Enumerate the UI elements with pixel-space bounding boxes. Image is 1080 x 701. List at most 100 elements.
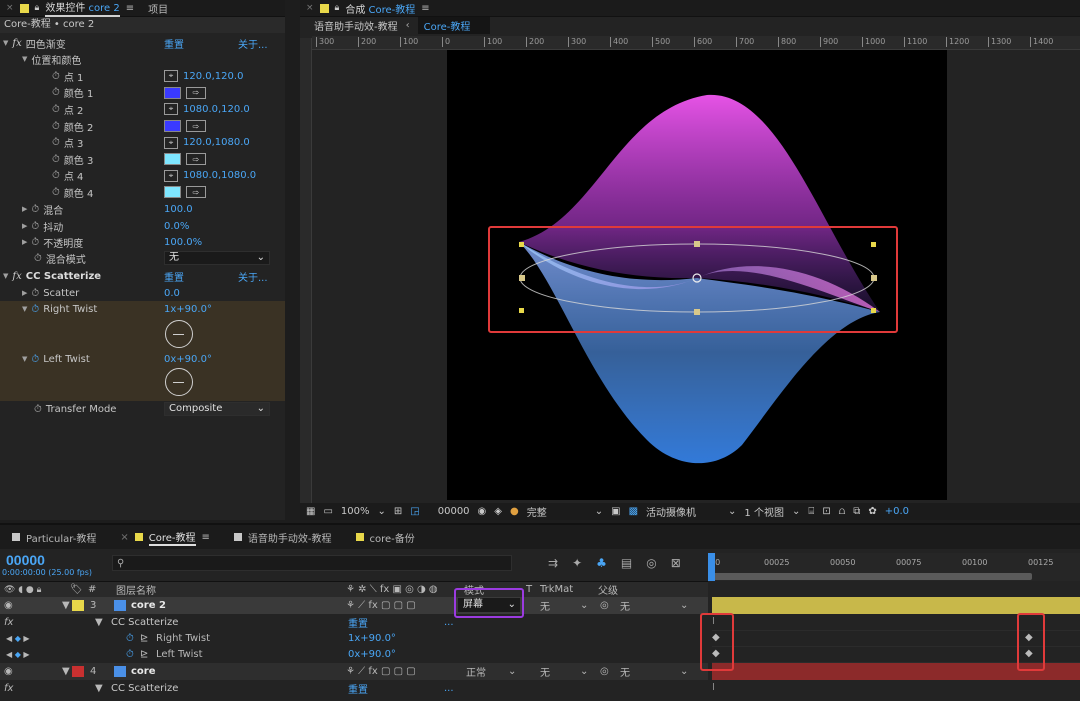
eyedropper-icon[interactable]: ⇨ — [186, 120, 206, 133]
layer-row-core[interactable]: ◉ ▼ 4 core ⚘ ⟋ fx ▢ ▢ ▢ 正常 ⌄ 无 ⌄ ◎ 无 ⌄ — [0, 663, 708, 680]
about-link[interactable]: 关于... — [238, 36, 268, 51]
panel-menu-icon[interactable]: ≡ — [126, 3, 134, 14]
keyframe-nav-icon[interactable]: ◀ ◆ ▶ — [6, 634, 30, 643]
stopwatch-icon[interactable]: ⏱︎ — [31, 221, 39, 232]
trkmat-dropdown[interactable]: 无 — [540, 664, 550, 679]
exposure-value[interactable]: +0.0 — [885, 506, 909, 517]
param-transfer-mode[interactable]: ⏱︎ Transfer Mode Composite ⌄ — [0, 401, 285, 418]
expand-triangle-icon[interactable]: ▶ — [22, 238, 27, 246]
close-tab-icon[interactable]: × — [120, 532, 128, 543]
timeline-tab[interactable]: core-备份 — [344, 525, 427, 549]
right-twist-dial[interactable] — [165, 320, 193, 351]
param-value[interactable]: 0x+90.0° — [164, 354, 212, 365]
camera-snapshot-icon[interactable]: ◉ — [478, 506, 487, 517]
views-dropdown[interactable]: 1 个视图 — [744, 504, 784, 519]
layer-label-color[interactable] — [72, 599, 84, 611]
video-visibility-icon[interactable]: ◉ — [4, 600, 13, 611]
prop-row-left-twist[interactable]: ◀ ◆ ▶ ⏱︎ ⊵ Left Twist 0x+90.0° — [0, 646, 708, 663]
timeline-tab[interactable]: 语音助手动效-教程 — [222, 525, 344, 549]
search-input[interactable] — [128, 555, 489, 571]
timeline-tab[interactable]: × Core-教程 ≡ — [108, 525, 222, 549]
expand-triangle-icon[interactable]: ▶ — [22, 205, 27, 213]
lock-icon[interactable]: 🔒︎ — [35, 3, 40, 13]
collapse-triangle-icon[interactable]: ▼ — [95, 617, 103, 628]
param-row[interactable]: ⏱︎ 颜色 3 ⇨ — [0, 151, 285, 168]
snapshot-region-icon[interactable]: ▦ — [306, 506, 315, 517]
collapse-triangle-icon[interactable]: ▼ — [22, 55, 27, 63]
param-blend-mode[interactable]: ⏱︎ 混合模式 无 ⌄ — [0, 250, 285, 267]
param-row[interactable]: ⏱︎ 点 1 ⌖ 120.0,120.0 — [0, 68, 285, 85]
camera-dropdown[interactable]: 活动摄像机 — [646, 504, 696, 519]
param-value-group[interactable]: ⇨ — [164, 153, 206, 166]
param-left-twist[interactable]: ▼ ⏱︎ Left Twist 0x+90.0° — [0, 351, 285, 368]
monitor-icon[interactable]: ▭ — [323, 506, 332, 517]
current-time-indicator[interactable] — [708, 553, 715, 581]
transfer-mode-dropdown[interactable]: Composite ⌄ — [164, 402, 270, 417]
col-trkmat[interactable]: TrkMat — [540, 584, 573, 595]
stopwatch-active-icon[interactable]: ⏱︎ — [31, 304, 39, 315]
param-value[interactable]: 0.0 — [164, 288, 180, 299]
prop-value[interactable]: 0x+90.0° — [348, 649, 396, 660]
work-area-bar[interactable] — [710, 573, 1032, 580]
exposure-icon[interactable]: ✿ — [868, 506, 876, 517]
collapse-triangle-icon[interactable]: ▼ — [3, 39, 8, 47]
effect-row-cc-scatterize-2[interactable]: fx ▼ CC Scatterize 重置 ... — [0, 680, 708, 697]
param-value[interactable]: 100.0 — [164, 204, 193, 215]
graph-editor-icon[interactable]: ⊠ — [671, 556, 681, 570]
color-swatch[interactable] — [164, 86, 181, 99]
param-row[interactable]: ⏱︎ 点 4 ⌖ 1080.0,1080.0 — [0, 168, 285, 185]
param-row[interactable]: ⏱︎ 颜色 4 ⇨ — [0, 184, 285, 201]
crosshair-icon[interactable]: ⌖ — [164, 169, 178, 182]
pickwhip-icon[interactable]: ◎ — [600, 600, 609, 611]
crosshair-icon[interactable]: ⌖ — [164, 103, 178, 116]
breadcrumb-parent[interactable]: 语音助手动效-教程 — [314, 18, 398, 33]
collapse-triangle-icon[interactable]: ▼ — [62, 600, 70, 611]
param-value[interactable]: 100.0% — [164, 237, 202, 248]
stopwatch-active-icon[interactable]: ⏱︎ — [126, 633, 134, 644]
layer-bar-core-2[interactable] — [712, 597, 1080, 614]
param-row[interactable]: ⏱︎ 颜色 2 ⇨ — [0, 118, 285, 135]
graph-icon[interactable]: ⊵ — [140, 649, 148, 660]
timeline-icon[interactable]: ⩍ — [839, 506, 846, 517]
motion-blur-icon[interactable]: ◎ — [646, 556, 656, 570]
stopwatch-icon[interactable]: ⏱︎ — [52, 71, 60, 82]
panel-menu-icon[interactable]: ≡ — [421, 3, 429, 14]
transparency-grid-icon[interactable]: ▩ — [629, 506, 638, 517]
collapse-triangle-icon[interactable]: ▼ — [62, 666, 70, 677]
trkmat-dropdown[interactable]: 无 — [540, 598, 550, 613]
crosshair-icon[interactable]: ⌖ — [164, 136, 178, 149]
blend-mode-dropdown[interactable]: 无 ⌄ — [164, 251, 270, 266]
pickwhip-icon[interactable]: ◎ — [600, 666, 609, 677]
collapse-triangle-icon[interactable]: ▼ — [22, 355, 27, 363]
breadcrumb-current[interactable]: Core-教程 — [417, 17, 491, 34]
color-swatch[interactable] — [164, 186, 181, 199]
point-value[interactable]: 1080.0,1080.0 — [183, 170, 256, 181]
stopwatch-icon[interactable]: ⏱︎ — [31, 288, 39, 299]
left-twist-dial[interactable] — [165, 368, 193, 399]
param-value[interactable]: 1x+90.0° — [164, 304, 212, 315]
flowchart-icon[interactable]: ⧉ — [853, 506, 860, 517]
panel-menu-icon[interactable]: ≡ — [202, 532, 210, 543]
collapse-triangle-icon[interactable]: ▼ — [22, 305, 27, 313]
stopwatch-icon[interactable]: ⏱︎ — [52, 187, 60, 198]
param-value-group[interactable]: ⇨ — [164, 120, 206, 133]
eyedropper-icon[interactable]: ⇨ — [186, 186, 206, 199]
param-row[interactable]: ⏱︎ 点 2 ⌖ 1080.0,120.0 — [0, 101, 285, 118]
tab-project[interactable]: 项目 — [148, 1, 168, 16]
stopwatch-icon[interactable]: ⏱︎ — [34, 253, 42, 264]
expand-triangle-icon[interactable]: ▶ — [22, 289, 27, 297]
param-value-group[interactable]: ⌖ 1080.0,1080.0 — [164, 169, 256, 182]
param-value-group[interactable]: ⌖ 120.0,120.0 — [164, 70, 243, 83]
crosshair-icon[interactable]: ⌖ — [164, 70, 178, 83]
roi-icon[interactable]: ▣ — [611, 506, 620, 517]
mask-visibility-icon[interactable]: ◲ — [410, 506, 419, 517]
expand-triangle-icon[interactable]: ▶ — [22, 222, 27, 230]
effect-header-four-color[interactable]: ▼ fx 四色渐变 重置 关于... — [0, 35, 285, 52]
grid-icon[interactable]: ⊞ — [394, 506, 402, 517]
stopwatch-icon[interactable]: ⏱︎ — [52, 154, 60, 165]
show-channel-icon[interactable]: ◈ — [494, 506, 502, 517]
comp-mini-flowchart-icon[interactable]: ⇉ — [548, 556, 558, 570]
eyedropper-icon[interactable]: ⇨ — [186, 86, 206, 99]
layer-row-core-2[interactable]: ◉ ▼ 3 core 2 ⚘ ⟋ fx ▢ ▢ ▢ 屏幕 ⌄ 无 ⌄ ◎ 无 ⌄ — [0, 597, 708, 614]
parent-dropdown[interactable]: 无 — [620, 598, 630, 613]
